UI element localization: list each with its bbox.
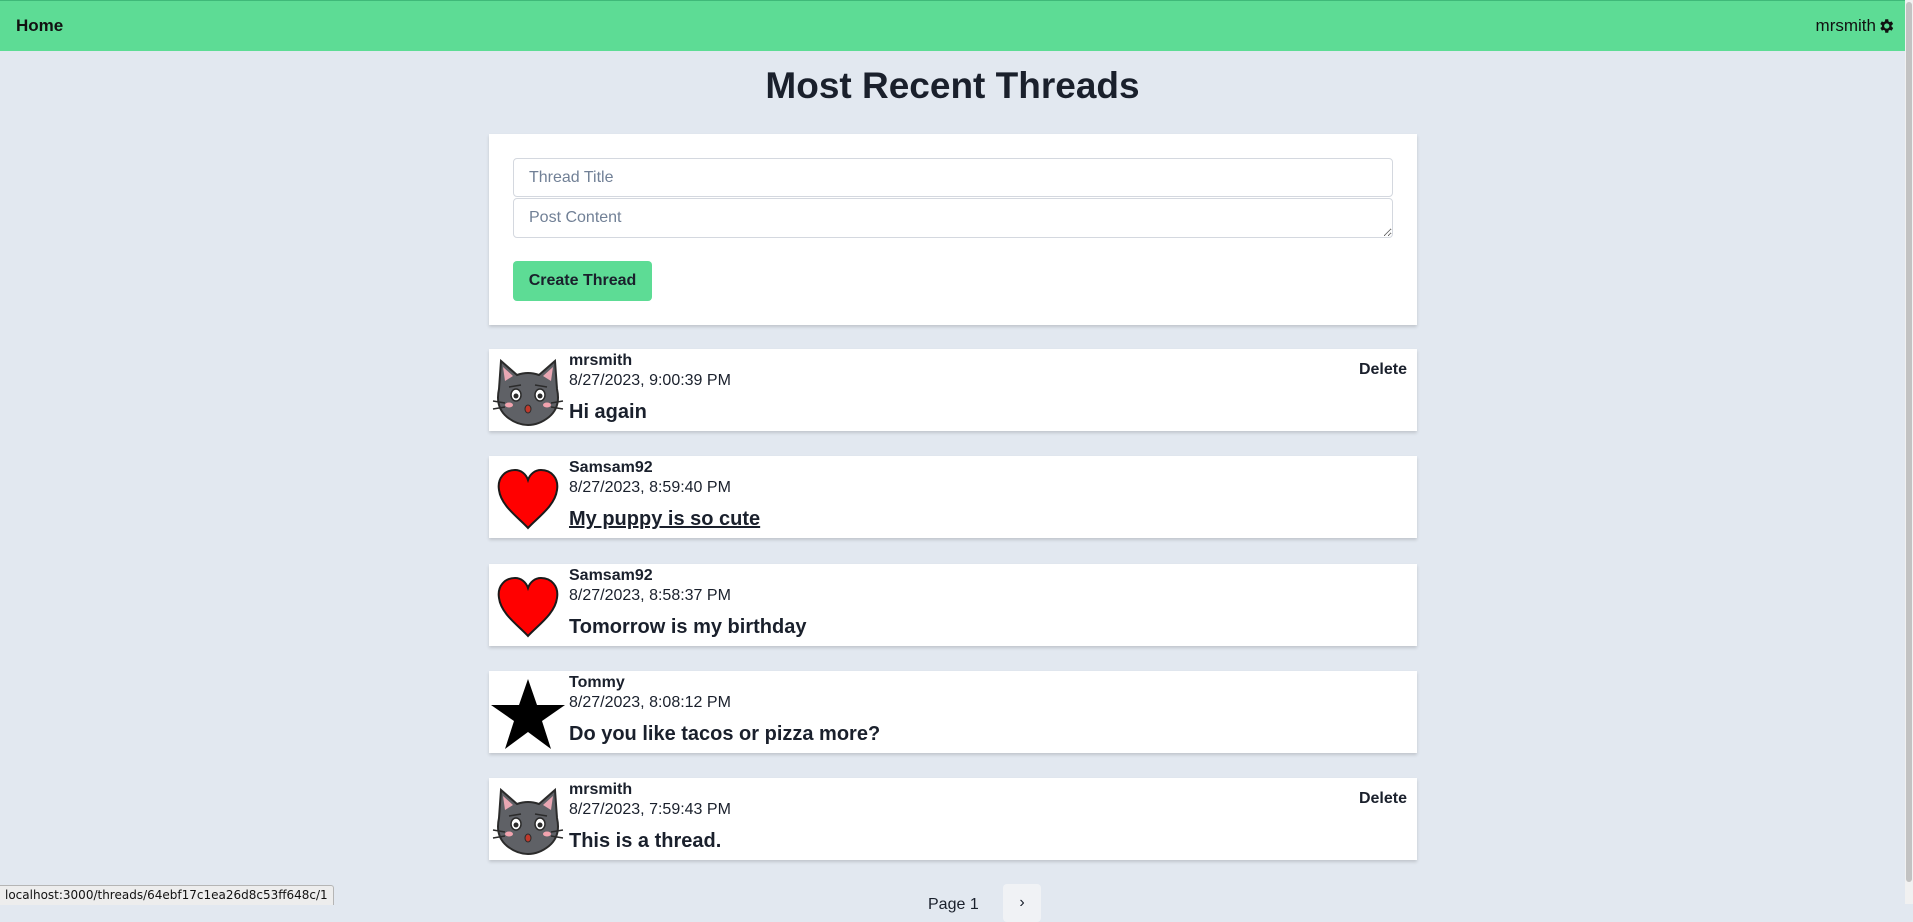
page-title: Most Recent Threads [765, 65, 1140, 106]
post-content-input[interactable] [513, 198, 1393, 238]
create-thread-button[interactable]: Create Thread [513, 261, 652, 301]
thread-author: Samsam92 [569, 567, 653, 584]
link-status-bar: localhost:3000/threads/64ebf17c1ea26d8c5… [0, 885, 334, 905]
thread-title-link[interactable]: My puppy is so cute [569, 508, 760, 531]
create-thread-form: Create Thread [489, 134, 1417, 325]
home-link[interactable]: Home [16, 16, 63, 36]
chevron-right-icon: › [1019, 894, 1025, 911]
thread-author: mrsmith [569, 781, 633, 798]
thread-title-link[interactable]: Do you like tacos or pizza more? [569, 723, 880, 746]
page-indicator: Page 1 [928, 896, 979, 913]
thread-timestamp: 8/27/2023, 9:00:39 PM [569, 372, 731, 389]
page-scrollbar[interactable] [1905, 0, 1913, 904]
scrollbar-thumb[interactable] [1906, 2, 1912, 882]
thread-card[interactable]: Tommy 8/27/2023, 8:08:12 PM Do you like … [489, 671, 1417, 753]
top-navbar: Home mrsmith [0, 0, 1905, 51]
thread-title-input[interactable] [513, 158, 1393, 197]
thread-timestamp: 8/27/2023, 8:08:12 PM [569, 694, 731, 711]
username-label[interactable]: mrsmith [1816, 16, 1876, 36]
thread-title-link[interactable]: This is a thread. [569, 830, 721, 853]
thread-card[interactable]: mrsmith 8/27/2023, 7:59:43 PM This is a … [489, 778, 1417, 860]
cat-avatar-icon [491, 355, 565, 427]
thread-card[interactable]: Samsam92 8/27/2023, 8:59:40 PM My puppy … [489, 456, 1417, 538]
gear-icon[interactable] [1877, 17, 1895, 35]
thread-card[interactable]: mrsmith 8/27/2023, 9:00:39 PM Hi again D… [489, 349, 1417, 431]
cat-avatar-icon [491, 784, 565, 856]
star-avatar-icon [491, 677, 565, 749]
thread-title-link[interactable]: Tomorrow is my birthday [569, 616, 806, 639]
thread-title-link[interactable]: Hi again [569, 401, 647, 424]
delete-button[interactable]: Delete [1359, 361, 1407, 379]
heart-avatar-icon [491, 570, 565, 642]
heart-avatar-icon [491, 462, 565, 534]
thread-timestamp: 8/27/2023, 7:59:43 PM [569, 801, 731, 818]
thread-author: Tommy [569, 674, 625, 691]
user-menu[interactable]: mrsmith [1816, 16, 1895, 36]
thread-timestamp: 8/27/2023, 8:58:37 PM [569, 587, 731, 604]
thread-timestamp: 8/27/2023, 8:59:40 PM [569, 479, 731, 496]
thread-author: mrsmith [569, 352, 633, 369]
thread-author: Samsam92 [569, 459, 653, 476]
thread-card[interactable]: Samsam92 8/27/2023, 8:58:37 PM Tomorrow … [489, 564, 1417, 646]
next-page-button[interactable]: › [1003, 884, 1041, 922]
delete-button[interactable]: Delete [1359, 790, 1407, 808]
